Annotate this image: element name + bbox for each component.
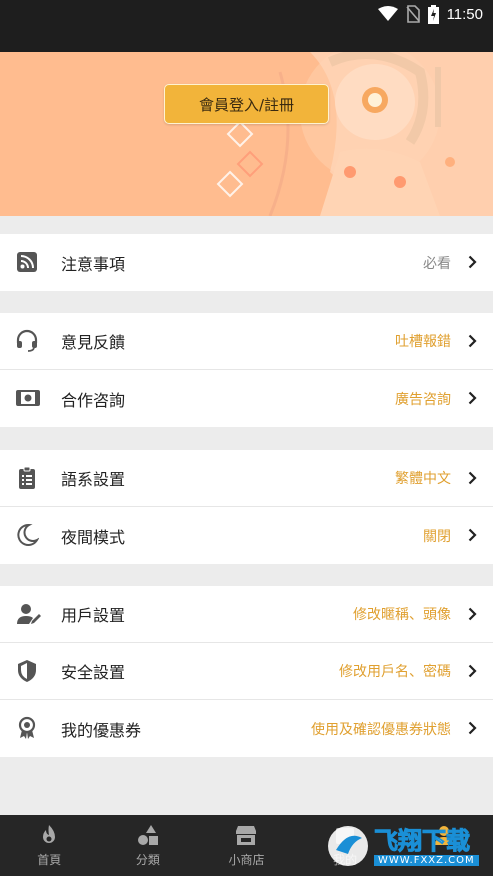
chevron-right-icon [468, 391, 477, 405]
tab-categories[interactable]: 分類 [99, 815, 198, 876]
menu-item-value: 使用及確認優惠券狀態 [311, 721, 451, 738]
menu-item-label: 語系設置 [61, 470, 126, 489]
menu-item-label: 用戶設置 [61, 606, 126, 625]
chevron-right-icon [468, 664, 477, 678]
tab-home[interactable]: 首頁 [0, 815, 99, 876]
menu-item-label: 夜間模式 [61, 527, 126, 547]
anime-character-illustration [216, 52, 493, 216]
shield-icon [18, 660, 36, 682]
profile-hero-banner: 會員登入/註冊 [0, 52, 493, 216]
watermark-logo [328, 826, 368, 866]
site-watermark: 飞翔下载 WWW.FXXZ.COM [326, 818, 486, 874]
menu-item-security-settings[interactable]: 安全設置 修改用戶名、密碼 [0, 643, 493, 700]
menu-item-value: 廣告咨詢 [395, 391, 451, 408]
tab-shop[interactable]: 小商店 [197, 815, 296, 876]
wifi-icon [377, 6, 398, 21]
rss-icon [17, 252, 37, 272]
status-time: 11:50 [446, 5, 483, 23]
menu-item-value: 必看 [423, 255, 451, 272]
chevron-right-icon [468, 607, 477, 621]
clipboard-icon [19, 466, 35, 489]
shapes-icon [137, 825, 158, 845]
menu-item-coupons[interactable]: 我的優惠券 使用及確認優惠券狀態 [0, 700, 493, 757]
menu-item-value: 修改暱稱、頭像 [353, 607, 451, 623]
member-login-register-button[interactable]: 會員登入/註冊 [164, 84, 329, 124]
menu-item-user-settings[interactable]: 用戶設置 修改暱稱、頭像 [0, 586, 493, 643]
flame-icon [43, 825, 56, 843]
menu-item-night-mode[interactable]: 夜間模式 關閉 [0, 507, 493, 564]
tab-label: 小商店 [228, 853, 265, 867]
no-sim-icon [405, 5, 420, 23]
menu-item-label: 合作咨詢 [61, 390, 126, 410]
user-edit-icon [17, 604, 41, 624]
watermark-text: 飞翔下载 [374, 826, 471, 855]
menu-item-value: 關閉 [423, 528, 451, 545]
tab-label: 分類 [135, 853, 160, 867]
tab-label: 首頁 [37, 853, 62, 867]
award-icon [18, 716, 36, 739]
menu-item-language[interactable]: 語系設置 繁體中文 [0, 450, 493, 507]
menu-item-value: 修改用戶名、密碼 [339, 664, 451, 680]
headset-icon [16, 329, 38, 352]
battery-charging-icon [427, 4, 439, 24]
money-icon [16, 390, 40, 406]
menu-item-value: 繁體中文 [395, 471, 451, 487]
status-bar: 11:50 [0, 0, 493, 52]
chevron-right-icon [468, 528, 477, 542]
menu-item-cooperation[interactable]: 合作咨詢 廣告咨詢 [0, 370, 493, 427]
store-icon [236, 826, 257, 845]
watermark-url: WWW.FXXZ.COM [374, 854, 479, 866]
menu-group-notices: 注意事項 必看 [0, 234, 493, 291]
chevron-right-icon [468, 255, 477, 269]
chevron-right-icon [468, 471, 477, 485]
menu-item-feedback[interactable]: 意見反饋 吐槽報錯 [0, 313, 493, 370]
moon-icon [17, 523, 39, 546]
menu-group-display: 語系設置 繁體中文 夜間模式 關閉 [0, 450, 493, 564]
menu-item-value: 吐槽報錯 [395, 334, 451, 350]
menu-item-label: 我的優惠券 [61, 720, 142, 740]
menu-item-notices[interactable]: 注意事項 必看 [0, 234, 493, 291]
menu-item-label: 注意事項 [61, 254, 126, 274]
menu-group-feedback: 意見反饋 吐槽報錯 合作咨詢 廣告咨詢 [0, 313, 493, 427]
chevron-right-icon [468, 721, 477, 735]
menu-item-label: 意見反饋 [61, 333, 126, 352]
menu-item-label: 安全設置 [61, 663, 126, 682]
menu-group-account: 用戶設置 修改暱稱、頭像 安全設置 修改用戶名、密碼 我的優惠券 使用及確認優惠… [0, 586, 493, 757]
chevron-right-icon [468, 334, 477, 348]
